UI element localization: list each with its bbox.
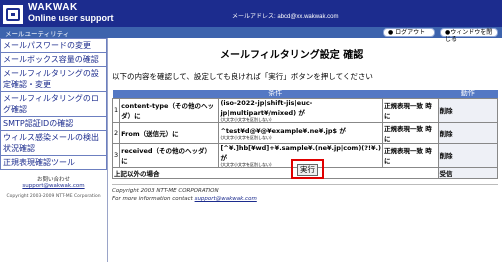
rule-action: 削除	[437, 142, 498, 168]
default-rule-label: 上記以外の場合	[112, 166, 439, 179]
rule-match-type: 正規表現一致 時に	[381, 97, 439, 123]
mail-address-label: メールアドレス: abcd@xx.wakwak.com	[232, 14, 339, 20]
brand-tagline: Online user support	[28, 13, 114, 23]
table-header-row: 条件 動作	[112, 90, 498, 98]
intro-text: 以下の内容を確認して、設定しても良ければ「実行」ボタンを押してください	[112, 72, 373, 81]
rule-number: 2	[111, 121, 121, 144]
footer-divider	[112, 184, 498, 185]
sidebar: メールパスワードの変更 メールボックス容量の確認 メールフィルタリングの設定確認…	[0, 38, 108, 262]
column-header-action: 動作	[438, 90, 498, 98]
close-window-button[interactable]: ●ウィンドウを閉じる	[440, 28, 498, 43]
footer-contact-prefix: For more information contact	[112, 196, 193, 202]
sidebar-item-password[interactable]: メールパスワードの変更	[0, 38, 107, 53]
utility-title: メールユーティリティ	[5, 30, 70, 38]
wakwak-logo	[3, 5, 23, 24]
sidebar-item-regex-tool[interactable]: 正規表現確認ツール	[0, 156, 107, 170]
rule-action: 削除	[437, 97, 498, 123]
rule-field: From（送信元）に	[119, 121, 220, 144]
footer-contact: For more information contact support@wak…	[112, 196, 257, 202]
rule-match-type: 正規表現一致 時に	[381, 142, 439, 168]
utility-bar: メールユーティリティ ● ログアウト ●ウィンドウを閉じる	[0, 27, 502, 43]
sidebar-item-filter-settings[interactable]: メールフィルタリングの設定確認・変更	[0, 67, 107, 92]
rule-pattern-text: ^test¥d@¥@¥example¥.ne¥.jp$ が	[220, 127, 346, 135]
rule-field: received（その他のヘッダ）に	[119, 142, 220, 168]
rule-field: content-type（その他のヘッダ）に	[119, 97, 220, 123]
execute-button[interactable]: 実行	[297, 164, 318, 176]
execute-highlight: 実行	[291, 159, 324, 179]
rule-pattern-text: (iso-2022-jp|shift-jis|euc-jp|multipart¥…	[220, 98, 313, 117]
page-title: メールフィルタリング設定 確認	[220, 50, 364, 61]
sidebar-copyright: Copyright 2003-2009 NTT-ME Corporation	[6, 194, 101, 199]
rule-action: 削除	[437, 121, 498, 144]
main-content: メールフィルタリング設定 確認 以下の内容を確認して、設定しても良ければ「実行」…	[111, 38, 502, 262]
default-rule-action: 受信	[437, 166, 498, 179]
rule-pattern: ^test¥d@¥@¥example¥.ne¥.jp$ が (大文字小文字を区別し…	[218, 121, 383, 144]
table-row: 1 content-type（その他のヘッダ）に (iso-2022-jp|sh…	[111, 97, 498, 123]
footer-copyright: Copyright 2003 NTT-ME CORPORATION	[112, 188, 219, 194]
rule-pattern-note: (大文字小文字を区別しない)	[220, 116, 272, 122]
sidebar-item-virus-detection[interactable]: ウィルス感染メールの検出状況確認	[0, 131, 107, 156]
rule-number: 3	[111, 142, 121, 168]
brand-name: WAKWAK	[28, 2, 78, 13]
rule-match-type: 正規表現一致 時に	[381, 121, 439, 144]
header-bar: WAKWAK Online user support メールアドレス: abcd…	[0, 0, 502, 27]
sidebar-item-filter-log[interactable]: メールフィルタリングのログ確認	[0, 92, 107, 117]
sidebar-item-smtp-auth[interactable]: SMTP認証IDの確認	[0, 117, 107, 131]
rule-number: 1	[111, 97, 121, 123]
footer-contact-email-link[interactable]: support@wakwak.com	[195, 196, 257, 202]
table-row: 2 From（送信元）に ^test¥d@¥@¥example¥.ne¥.jp$…	[111, 121, 498, 144]
column-header-condition: 条件	[112, 90, 438, 98]
sidebar-item-mailbox-capacity[interactable]: メールボックス容量の確認	[0, 53, 107, 67]
contact-email-link[interactable]: support@wakwak.com	[0, 183, 107, 189]
rule-pattern: (iso-2022-jp|shift-jis|euc-jp|multipart¥…	[218, 97, 383, 123]
rule-pattern-note: (大文字小文字を区別しない)	[220, 135, 272, 140]
contact-label: お問い合わせ	[36, 177, 70, 183]
logout-button[interactable]: ● ログアウト	[383, 28, 435, 37]
